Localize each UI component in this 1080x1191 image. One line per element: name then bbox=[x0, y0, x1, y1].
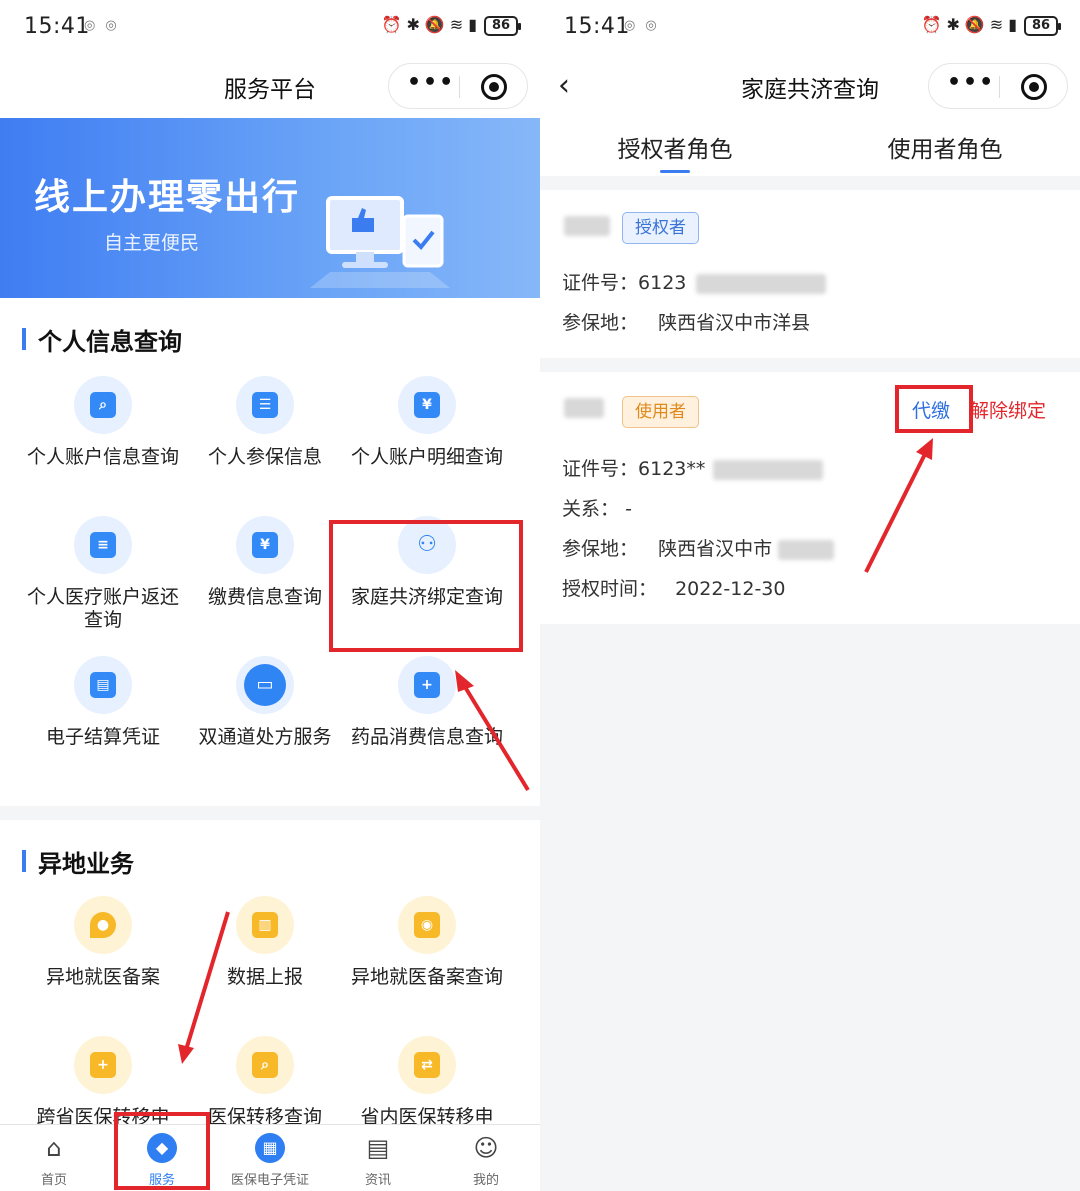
right-screen: 15:41 ◎◎ ⏰✱🔕≋▮ 86 ‹ 家庭共济查询 ••• 授权者角色 使用者… bbox=[540, 0, 1080, 1191]
annotation-arrow-pay bbox=[864, 438, 933, 573]
left-screen: 15:41 ◎◎ ⏰✱🔕≋▮ 86 服务平台 ••• 线上办理零出行 自主更便民 bbox=[0, 0, 540, 1191]
annotation-arrows bbox=[178, 670, 530, 1064]
